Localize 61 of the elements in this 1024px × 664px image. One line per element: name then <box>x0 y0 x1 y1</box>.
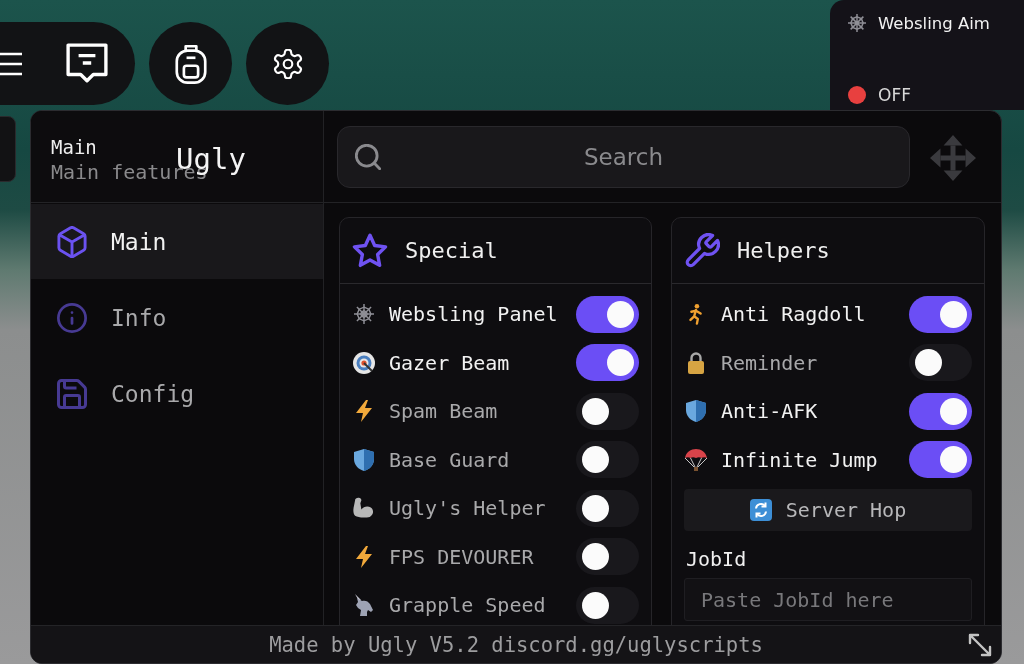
action-button[interactable]: Server Hop <box>684 489 972 531</box>
cobweb-icon <box>848 14 866 32</box>
toggle-switch[interactable] <box>576 489 639 527</box>
aim-title: Websling Aim <box>878 13 990 33</box>
search-field[interactable]: Search <box>337 125 910 188</box>
toggle-switch[interactable] <box>909 441 972 479</box>
option-label: Grapple Speed <box>389 593 546 618</box>
toggle-switch[interactable] <box>576 586 639 624</box>
lightning-icon <box>356 545 372 568</box>
save-icon <box>57 378 87 409</box>
option-label: FPS DEVOURER <box>389 544 534 569</box>
flexed-arm-icon <box>353 497 375 520</box>
star-icon <box>352 233 388 268</box>
refresh-icon <box>749 499 772 521</box>
wrench-icon <box>684 232 720 269</box>
lock-icon <box>687 351 705 374</box>
option-label: Reminder <box>721 350 818 375</box>
status-text: OFF <box>878 85 911 105</box>
unicorn-icon <box>354 594 374 617</box>
backpack-icon <box>174 43 207 84</box>
toggle-switch[interactable] <box>576 392 639 430</box>
toggle-switch[interactable] <box>576 441 639 479</box>
menu-icon <box>0 50 22 77</box>
section-title: Special <box>405 238 498 263</box>
toggle-switch[interactable] <box>576 344 639 382</box>
option-label: Gazer Beam <box>389 350 510 375</box>
parachute-icon <box>685 448 707 471</box>
chat-button[interactable] <box>65 42 109 85</box>
footer-text: Made by Ugly V5.2 discord.gg/uglyscripts <box>269 632 763 657</box>
lightning-icon <box>356 400 372 423</box>
option-label: Ugly's Helper <box>389 496 546 521</box>
menu-button[interactable] <box>0 50 22 77</box>
chat-icon <box>65 42 109 85</box>
option-label: Websling Panel <box>389 302 558 327</box>
shield-icon <box>686 400 706 423</box>
sidebar-item[interactable]: Info <box>31 280 323 355</box>
shield-icon <box>354 448 374 471</box>
cube-icon <box>57 225 87 258</box>
settings-icon <box>272 48 303 79</box>
toggle-switch[interactable] <box>909 295 972 333</box>
option-label: Infinite Jump <box>721 447 878 472</box>
runner-icon <box>688 303 704 326</box>
option-label: Base Guard <box>389 447 510 472</box>
page-title: Main <box>51 135 97 159</box>
cobweb-icon <box>354 304 374 325</box>
option-label: Spam Beam <box>389 399 498 424</box>
section-title: Helpers <box>737 238 830 263</box>
option-label: Anti-AFK <box>721 399 818 424</box>
resize-icon[interactable] <box>968 632 992 657</box>
toggle-switch[interactable] <box>576 295 639 333</box>
target-icon <box>353 351 375 374</box>
text-input-field[interactable]: Paste JobId here <box>684 578 972 621</box>
toggle-switch[interactable] <box>909 392 972 430</box>
option-label: Anti Ragdoll <box>721 302 866 327</box>
sidebar-item[interactable]: Config <box>31 356 323 431</box>
search-icon <box>355 143 381 170</box>
sidebar-item[interactable]: Main <box>31 204 323 279</box>
toggle-switch[interactable] <box>576 538 639 576</box>
toggle-switch[interactable] <box>909 344 972 382</box>
field-label: JobId <box>685 547 747 571</box>
info-icon <box>57 302 87 333</box>
